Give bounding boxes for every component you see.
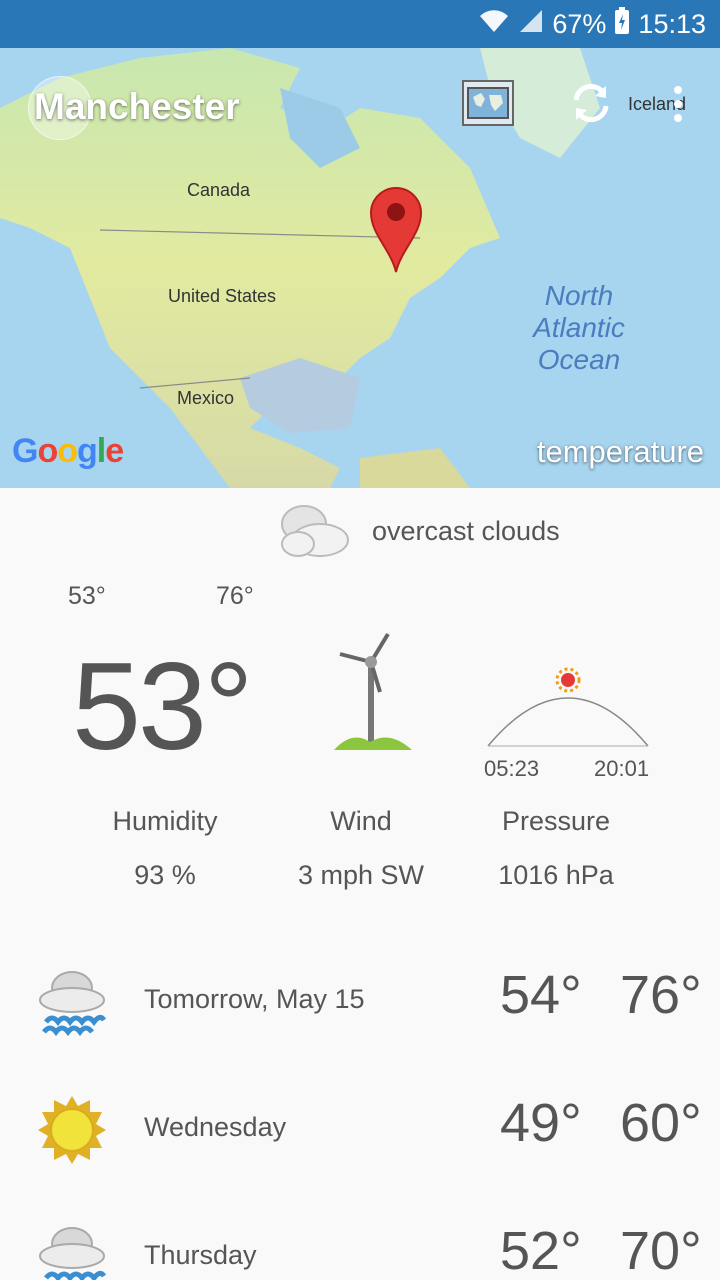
current-condition: overcast clouds [276, 500, 560, 562]
forecast-row[interactable]: Tomorrow, May 15 54° 76° [0, 958, 720, 1086]
forecast-row[interactable]: Thursday 52° 70° [0, 1214, 720, 1280]
map-layer-label: temperature [536, 434, 704, 469]
forecast-low: 52° [500, 1221, 582, 1280]
humidity-label: Humidity [112, 806, 218, 836]
sun-icon [38, 1096, 106, 1164]
world-map-icon [467, 87, 509, 119]
map-label-canada: Canada [187, 180, 251, 200]
wind-label: Wind [330, 806, 392, 836]
sun-arc-graphic [487, 667, 649, 747]
pressure-label: Pressure [501, 806, 611, 836]
map-layers-button[interactable] [462, 80, 514, 126]
forecast-row[interactable]: Wednesday 49° 60° [0, 1086, 720, 1214]
wifi-icon [478, 8, 510, 41]
weather-map[interactable]: Manchester Iceland Canada United States … [0, 48, 720, 488]
forecast-day: Tomorrow, May 15 [144, 984, 365, 1014]
rain-cloud-icon [39, 971, 107, 1037]
wind-turbine-icon [334, 632, 412, 750]
map-label-united-states: United States [168, 286, 277, 306]
forecast-low: 54° [500, 965, 582, 1025]
status-bar: 67% 15:13 [0, 0, 720, 48]
current-temperature: 53° [72, 638, 254, 776]
battery-icon [614, 6, 630, 42]
max-temp: 76° [216, 582, 254, 610]
cloud-icon [281, 505, 349, 557]
sunset-time: 20:01 [594, 756, 650, 781]
clock: 15:13 [638, 8, 706, 39]
forecast-high: 60° [620, 1093, 702, 1153]
forecast-low: 49° [500, 1093, 582, 1153]
sun-position-icon [555, 667, 581, 693]
forecast-day: Thursday [144, 1240, 257, 1270]
refresh-icon [573, 83, 609, 123]
more-vert-icon [674, 86, 682, 122]
wind-value: 3 mph SW [297, 860, 425, 890]
min-temp: 53° [68, 582, 106, 610]
forecast-day: Wednesday [144, 1112, 287, 1142]
forecast-high: 76° [620, 965, 702, 1025]
battery-percent: 67% [552, 8, 607, 39]
signal-icon [518, 8, 544, 41]
sunrise-time: 05:23 [484, 756, 540, 781]
google-logo: Google [12, 432, 124, 470]
humidity-value: 93 % [134, 860, 196, 890]
map-label-ocean: North Atlantic Ocean [533, 280, 625, 375]
forecast-high: 70° [620, 1221, 702, 1280]
overflow-menu-button[interactable] [668, 84, 688, 124]
map-label-mexico: Mexico [177, 388, 235, 408]
refresh-button[interactable] [568, 80, 614, 126]
pressure-value: 1016 hPa [498, 860, 614, 890]
rain-cloud-icon [39, 1227, 107, 1280]
condition-text: overcast clouds [372, 515, 560, 546]
location-pin-icon[interactable] [369, 186, 423, 274]
city-name: Manchester [34, 86, 240, 127]
